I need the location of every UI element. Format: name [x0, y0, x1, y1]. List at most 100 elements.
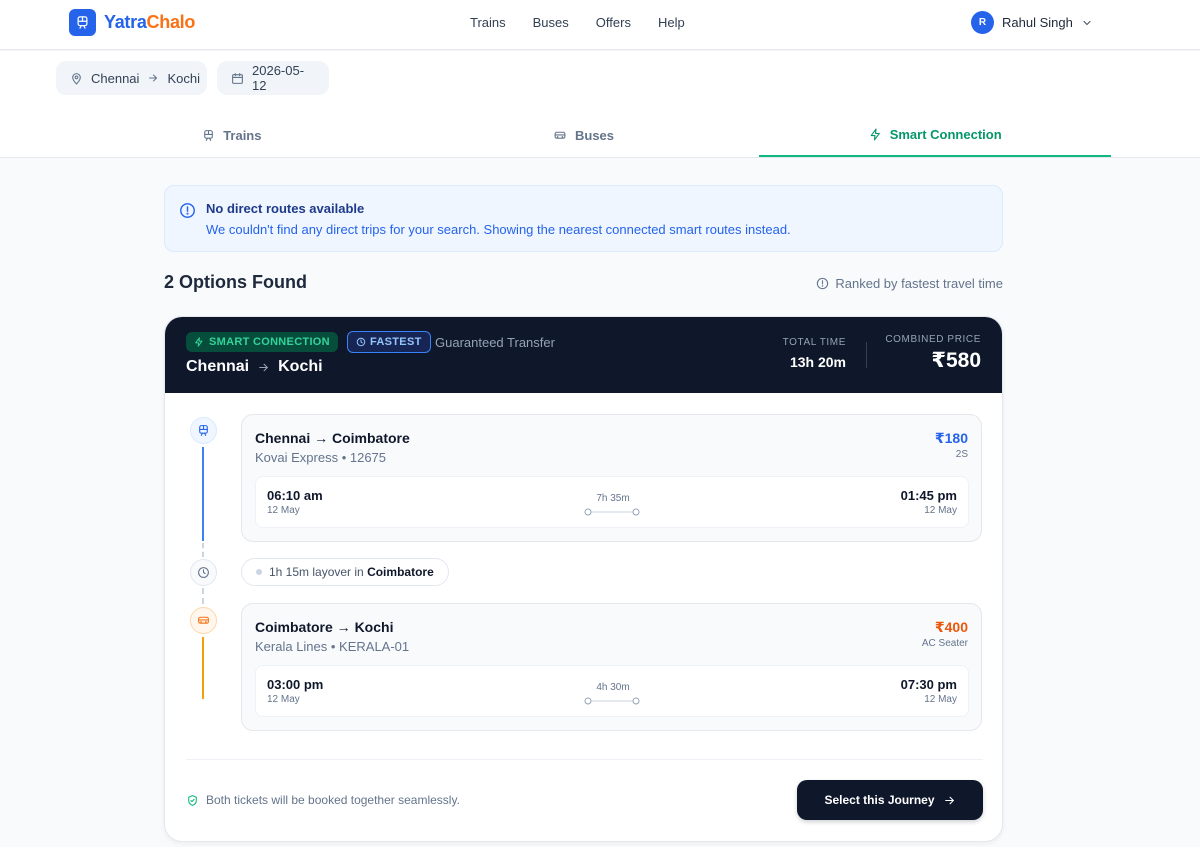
departure-date: 12 May — [267, 694, 300, 705]
leg-times: 06:10 am 12 May 7h 35m 01:45 pm 12 May — [255, 476, 969, 528]
leg-route: Chennai → Coimbatore — [255, 430, 410, 446]
tab-smart-connection[interactable]: Smart Connection — [759, 113, 1112, 157]
avatar: R — [971, 11, 994, 34]
smart-connection-badge: SMART CONNECTION — [186, 332, 338, 352]
combined-price-label: COMBINED PRICE — [885, 334, 981, 345]
arrival-time: 07:30 pm — [900, 677, 957, 692]
card-divider — [186, 759, 983, 760]
header-divider — [866, 342, 867, 368]
arrow-right-icon — [943, 794, 956, 807]
app-logo[interactable]: YatraChalo — [69, 9, 195, 36]
app-name: YatraChalo — [104, 12, 195, 33]
total-time-value: 13h 20m — [789, 354, 846, 370]
lightning-icon — [194, 337, 204, 347]
leg-operator: Kerala Lines • KERALA-01 — [255, 639, 410, 654]
booking-note: Both tickets will be booked together sea… — [186, 793, 460, 807]
guaranteed-transfer: Guaranteed Transfer — [435, 335, 555, 350]
travel-date: 2026-05-12 — [252, 63, 305, 93]
info-circle-icon — [816, 277, 829, 290]
booking-note-text: Both tickets will be booked together sea… — [206, 793, 460, 807]
date-chip[interactable]: 2026-05-12 — [217, 61, 329, 95]
layover-city: Coimbatore — [367, 565, 434, 579]
leg-times: 03:00 pm 12 May 4h 30m 07:30 pm 12 May — [255, 665, 969, 717]
clock-icon — [356, 337, 366, 347]
map-pin-icon — [70, 72, 83, 85]
info-icon — [179, 202, 196, 219]
route-chip[interactable]: Chennai Kochi — [56, 61, 207, 95]
tab-trains-label: Trains — [223, 127, 262, 143]
arrow-right-icon — [147, 72, 159, 84]
calendar-icon — [231, 72, 244, 85]
timeline-segment-bus — [202, 637, 204, 699]
route-from: Chennai — [91, 70, 140, 86]
nav-offers[interactable]: Offers — [596, 15, 631, 30]
journey-card: SMART CONNECTION FASTEST Guaranteed Tran… — [164, 316, 1003, 842]
fastest-badge: FASTEST — [347, 331, 431, 353]
leg-class: AC Seater — [921, 638, 968, 649]
departure-date: 12 May — [267, 505, 300, 516]
tab-buses[interactable]: Buses — [408, 113, 760, 157]
train-logo-icon — [69, 9, 96, 36]
journey-leg-bus[interactable]: Coimbatore → Kochi Kerala Lines • KERALA… — [241, 603, 982, 731]
alert-title: No direct routes available — [206, 201, 365, 216]
nav-buses[interactable]: Buses — [533, 15, 569, 30]
arrival-date: 12 May — [924, 505, 957, 516]
combined-price-value: ₹580 — [931, 349, 981, 372]
app-name-part2: Chalo — [146, 12, 196, 32]
no-direct-routes-alert: No direct routes available We couldn't f… — [164, 185, 1003, 252]
nav-trains[interactable]: Trains — [470, 15, 506, 30]
journey-from: Chennai — [186, 358, 250, 375]
layover-dot — [256, 569, 262, 575]
alert-message: We couldn't find any direct trips for yo… — [206, 222, 791, 237]
journey-to: Kochi — [278, 358, 323, 375]
user-menu[interactable]: R Rahul Singh — [971, 11, 1093, 34]
train-icon — [202, 129, 215, 142]
arrow-right-icon — [257, 361, 270, 374]
results-count: 2 Options Found — [164, 272, 307, 292]
mode-tabs: Trains Buses Smart Connection — [56, 113, 1112, 157]
select-journey-button[interactable]: Select this Journey — [797, 780, 983, 820]
timeline-segment-train — [202, 447, 204, 541]
bus-icon — [190, 607, 217, 634]
ranking-label: Ranked by fastest travel time — [835, 276, 1003, 291]
departure-time: 03:00 pm — [267, 677, 324, 692]
leg-duration: 7h 35m — [596, 493, 630, 504]
timeline-dash — [202, 588, 204, 604]
leg-duration: 4h 30m — [596, 682, 630, 693]
layover-text: 1h 15m layover in Coimbatore — [269, 565, 434, 579]
leg-operator: Kovai Express • 12675 — [255, 450, 387, 465]
lightning-icon — [869, 128, 882, 141]
chevron-down-icon — [1081, 17, 1093, 29]
duration-line — [584, 697, 640, 705]
select-journey-label: Select this Journey — [824, 793, 935, 807]
ranking-note: Ranked by fastest travel time — [816, 276, 1003, 291]
layover-duration: 1h 15m layover in — [269, 565, 364, 579]
tab-trains[interactable]: Trains — [56, 113, 408, 157]
total-time-label: TOTAL TIME — [782, 337, 846, 348]
layover-pill: 1h 15m layover in Coimbatore — [241, 558, 449, 586]
journey-leg-train[interactable]: Chennai → Coimbatore Kovai Express • 126… — [241, 414, 982, 542]
fastest-badge-label: FASTEST — [370, 336, 422, 348]
leg-price: ₹180 — [934, 430, 968, 446]
clock-icon — [190, 559, 217, 586]
leg-class: 2S — [955, 449, 968, 460]
arrival-time: 01:45 pm — [900, 488, 957, 503]
shield-check-icon — [186, 794, 199, 807]
duration-line — [584, 508, 640, 516]
departure-time: 06:10 am — [267, 488, 323, 503]
route-to: Kochi — [167, 70, 200, 86]
leg-route: Coimbatore → Kochi — [255, 619, 394, 635]
app-name-part1: Yatra — [104, 12, 147, 32]
user-name: Rahul Singh — [1002, 15, 1073, 30]
bus-icon — [553, 129, 567, 142]
arrival-date: 12 May — [924, 694, 957, 705]
smart-connection-badge-label: SMART CONNECTION — [209, 336, 330, 348]
top-header: YatraChalo Trains Buses Offers Help R Ra… — [0, 0, 1200, 50]
journey-route: Chennai Kochi — [186, 358, 323, 376]
timeline-dash — [202, 543, 204, 557]
train-icon — [190, 417, 217, 444]
journey-card-header: SMART CONNECTION FASTEST Guaranteed Tran… — [165, 317, 1002, 393]
main-nav: Trains Buses Offers Help — [470, 15, 685, 30]
nav-help[interactable]: Help — [658, 15, 685, 30]
search-summary: Chennai Kochi 2026-05-12 Trains Buses Sm… — [0, 51, 1200, 158]
